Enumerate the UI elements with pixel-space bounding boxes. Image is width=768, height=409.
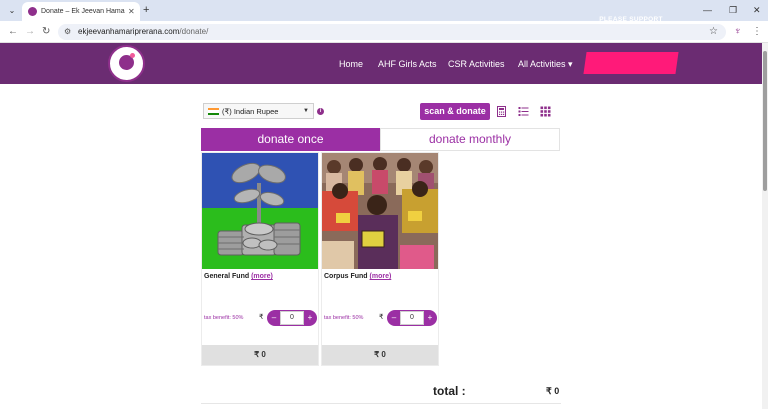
fund-total: ₹ 0 (202, 345, 318, 365)
decrease-button[interactable]: – (388, 310, 400, 326)
site-favicon-icon (28, 7, 37, 16)
increase-button[interactable]: + (304, 310, 316, 326)
rupee-symbol: ₹ (379, 314, 384, 321)
grid-view-icon[interactable] (540, 106, 551, 117)
nav-all-activities[interactable]: All Activities ▾ (518, 58, 573, 70)
window-close-icon[interactable]: ✕ (753, 3, 761, 17)
fund-name: General Fund (more) (204, 272, 273, 282)
reload-icon[interactable]: ↻ (42, 25, 50, 39)
total-divider (201, 403, 561, 404)
scan-and-donate-button[interactable]: scan & donate (420, 103, 490, 120)
tab-close-icon[interactable]: ✕ (128, 6, 135, 17)
fund-total: ₹ 0 (322, 345, 438, 365)
total-amount: ₹ 0 (546, 386, 560, 396)
menu-kebab-icon[interactable]: ⋮ (752, 25, 762, 39)
more-link[interactable]: (more) (251, 273, 273, 280)
tab-title: Donate – Ek Jeevan Hamari Pre (41, 8, 125, 15)
fund-name: Corpus Fund (more) (324, 272, 391, 282)
back-icon[interactable]: ← (8, 25, 18, 39)
bookmark-star-icon[interactable]: ☆ (709, 25, 718, 39)
url-text: ekjeevanhamariprerana.com/donate/ (78, 26, 208, 38)
currency-select[interactable]: (₹) Indian Rupee ▼ (203, 103, 314, 119)
info-icon[interactable]: i (317, 108, 324, 115)
site-logo[interactable] (108, 45, 145, 82)
list-view-icon[interactable] (518, 106, 529, 117)
fund-card-general: General Fund (more) tax benefit: 50% ₹ –… (201, 152, 319, 366)
nav-home[interactable]: Home (339, 58, 363, 70)
calculator-icon[interactable] (496, 106, 507, 117)
url-host: ekjeevanhamariprerana.com (78, 27, 180, 36)
logo-dot (130, 53, 135, 58)
extension-icon[interactable]: ♆ (734, 25, 742, 39)
rupee-symbol: ₹ (259, 314, 264, 321)
increase-button[interactable]: + (424, 310, 436, 326)
india-flag-icon (208, 108, 219, 115)
quantity-stepper: – 0 + (387, 310, 437, 326)
corpus-fund-image[interactable] (322, 153, 438, 269)
please-support-label[interactable]: PLEASE SUPPORT (585, 15, 677, 25)
plant-coins-illustration (202, 153, 318, 269)
dropdown-caret-icon: ▼ (303, 108, 309, 114)
amount-input[interactable]: 0 (400, 311, 424, 325)
tab-donate-once[interactable]: donate once (201, 128, 380, 151)
total-label: total : (433, 384, 466, 398)
url-field[interactable]: ⚙ ekjeevanhamariprerana.com/donate/ ☆ (58, 24, 726, 40)
nav-csr-activities[interactable]: CSR Activities (448, 58, 505, 70)
amount-input[interactable]: 0 (280, 311, 304, 325)
minimize-icon[interactable]: — (703, 3, 712, 17)
maximize-icon[interactable]: ❐ (729, 3, 737, 17)
tax-benefit: tax benefit: 50% (324, 315, 364, 321)
women-group-photo (322, 153, 438, 269)
tab-donate-monthly[interactable]: donate monthly (380, 128, 560, 151)
site-info-icon[interactable]: ⚙ (64, 26, 71, 38)
new-tab-icon[interactable]: + (143, 3, 149, 17)
fund-name-text: General Fund (204, 273, 250, 280)
browser-tab[interactable]: Donate – Ek Jeevan Hamari Pre ✕ (22, 2, 140, 21)
nav-ahf-girls-acts[interactable]: AHF Girls Acts (378, 58, 437, 70)
currency-value: (₹) Indian Rupee (222, 107, 279, 116)
decrease-button[interactable]: – (268, 310, 280, 326)
more-link[interactable]: (more) (370, 273, 392, 280)
please-support-button[interactable] (583, 52, 679, 74)
fund-card-corpus: Corpus Fund (more) tax benefit: 50% ₹ – … (321, 152, 439, 366)
scrollbar-thumb[interactable] (763, 51, 767, 191)
quantity-stepper: – 0 + (267, 310, 317, 326)
tab-search-icon[interactable]: ⌄ (5, 4, 19, 17)
fund-name-text: Corpus Fund (324, 273, 368, 280)
forward-icon[interactable]: → (25, 25, 35, 39)
general-fund-image[interactable] (202, 153, 318, 269)
tax-benefit: tax benefit: 50% (204, 315, 244, 321)
page-scrollbar[interactable] (762, 43, 768, 409)
site-header: Home AHF Girls Acts CSR Activities All A… (0, 43, 762, 84)
url-path: /donate/ (179, 27, 209, 36)
